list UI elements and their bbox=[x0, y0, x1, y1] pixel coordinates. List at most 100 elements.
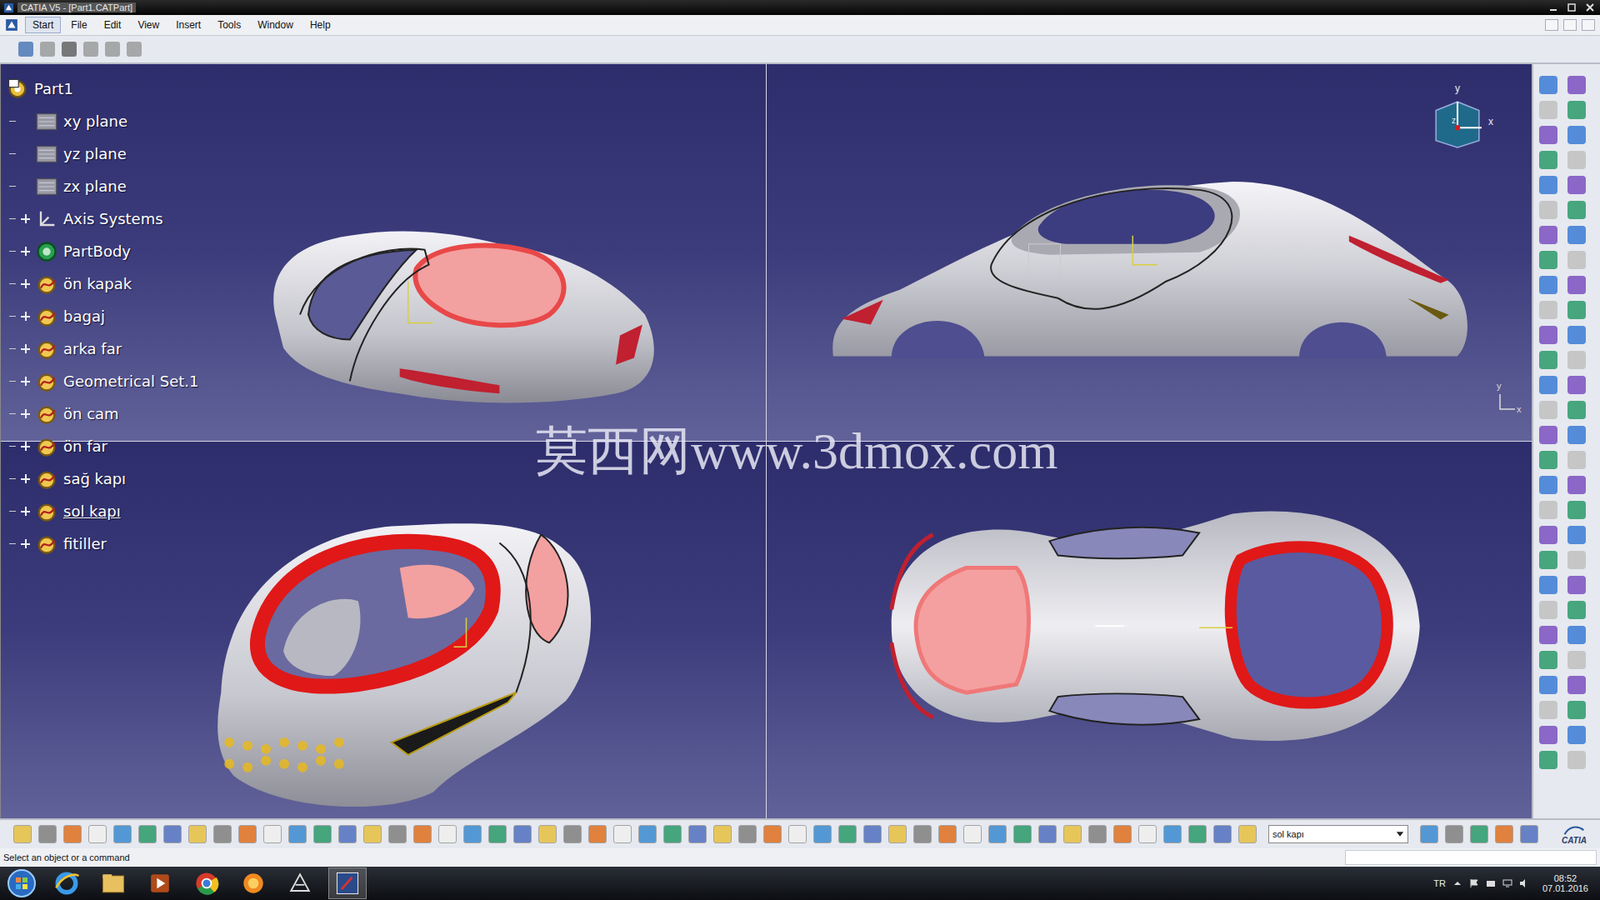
toolbar-button-icon[interactable] bbox=[40, 41, 55, 57]
tool-button-icon[interactable] bbox=[1470, 825, 1489, 844]
3d-viewport[interactable]: Part1xy planeyz planezx planeAxis System… bbox=[0, 64, 1532, 819]
tool-button-icon[interactable] bbox=[1567, 725, 1586, 745]
tree-item-label[interactable]: bagaj bbox=[63, 307, 105, 325]
tool-button-icon[interactable] bbox=[1213, 825, 1232, 844]
tool-button-icon[interactable] bbox=[38, 825, 57, 844]
tool-button-icon[interactable] bbox=[1539, 100, 1558, 120]
tree-item[interactable]: ön cam bbox=[5, 397, 199, 430]
toolbar-button-icon[interactable] bbox=[83, 41, 99, 57]
volume-icon[interactable] bbox=[1519, 878, 1530, 889]
tool-button-icon[interactable] bbox=[1539, 575, 1558, 595]
show-hidden-icons-icon[interactable] bbox=[1452, 878, 1463, 889]
tree-item-label[interactable]: fitiller bbox=[63, 535, 107, 553]
close-icon[interactable] bbox=[1583, 2, 1597, 13]
tool-button-icon[interactable] bbox=[1539, 425, 1558, 445]
expand-plus-icon[interactable] bbox=[20, 279, 30, 289]
tree-item[interactable]: Geometrical Set.1 bbox=[5, 365, 199, 398]
tool-button-icon[interactable] bbox=[1163, 825, 1182, 844]
tool-button-icon[interactable] bbox=[1567, 625, 1586, 645]
tool-button-icon[interactable] bbox=[1539, 525, 1558, 545]
doc-close-icon[interactable] bbox=[1581, 19, 1595, 31]
tool-button-icon[interactable] bbox=[1539, 350, 1558, 370]
tree-item[interactable]: PartBody bbox=[5, 235, 199, 268]
tool-button-icon[interactable] bbox=[888, 825, 907, 844]
tool-button-icon[interactable] bbox=[1539, 400, 1558, 420]
tree-item-label[interactable]: sağ kapı bbox=[63, 470, 126, 488]
tree-item[interactable]: sağ kapı bbox=[5, 462, 199, 495]
tool-button-icon[interactable] bbox=[138, 825, 157, 844]
menu-item[interactable]: Start bbox=[25, 16, 61, 34]
tool-button-icon[interactable] bbox=[1567, 600, 1586, 620]
tool-button-icon[interactable] bbox=[863, 825, 882, 844]
tool-button-icon[interactable] bbox=[488, 825, 507, 844]
tool-button-icon[interactable] bbox=[1539, 275, 1558, 295]
tool-button-icon[interactable] bbox=[1567, 575, 1586, 595]
tool-button-icon[interactable] bbox=[1113, 825, 1132, 844]
expand-plus-icon[interactable] bbox=[20, 311, 30, 321]
internet-explorer-icon[interactable] bbox=[48, 868, 85, 899]
tool-button-icon[interactable] bbox=[1567, 275, 1586, 295]
tool-button-icon[interactable] bbox=[688, 825, 707, 844]
tool-button-icon[interactable] bbox=[113, 825, 132, 844]
tree-item-label[interactable]: ön kapak bbox=[63, 275, 132, 293]
tool-button-icon[interactable] bbox=[1567, 200, 1586, 220]
toolbar-button-icon[interactable] bbox=[126, 41, 142, 57]
catia-menu-icon[interactable] bbox=[5, 18, 19, 32]
tool-button-icon[interactable] bbox=[88, 825, 107, 844]
minimize-icon[interactable] bbox=[1546, 2, 1560, 13]
tool-button-icon[interactable] bbox=[1567, 675, 1586, 695]
tool-button-icon[interactable] bbox=[1567, 300, 1586, 320]
tool-button-icon[interactable] bbox=[1539, 750, 1558, 770]
tool-button-icon[interactable] bbox=[1063, 825, 1082, 844]
expand-plus-icon[interactable] bbox=[20, 246, 30, 256]
tool-button-icon[interactable] bbox=[1567, 350, 1586, 370]
tool-button-icon[interactable] bbox=[1567, 150, 1586, 170]
tool-button-icon[interactable] bbox=[13, 825, 32, 844]
tool-button-icon[interactable] bbox=[163, 825, 182, 844]
media-player-icon[interactable] bbox=[141, 868, 179, 899]
car-top-view[interactable] bbox=[766, 441, 1533, 820]
side-view-quadrant[interactable] bbox=[766, 64, 1533, 442]
tool-button-icon[interactable] bbox=[1238, 825, 1257, 844]
menu-item[interactable]: Tools bbox=[210, 17, 248, 33]
tool-button-icon[interactable] bbox=[1520, 825, 1539, 844]
tool-button-icon[interactable] bbox=[613, 825, 632, 844]
tool-button-icon[interactable] bbox=[1567, 475, 1586, 495]
tree-item[interactable]: Axis Systems bbox=[5, 202, 199, 235]
tree-item-label[interactable]: Axis Systems bbox=[63, 210, 164, 228]
tool-button-icon[interactable] bbox=[63, 825, 82, 844]
tree-item[interactable]: bagaj bbox=[5, 300, 199, 333]
tool-button-icon[interactable] bbox=[413, 825, 432, 844]
restore-icon[interactable] bbox=[1565, 2, 1579, 13]
tool-button-icon[interactable] bbox=[713, 825, 732, 844]
tool-button-icon[interactable] bbox=[1138, 825, 1157, 844]
tree-item[interactable]: ön kapak bbox=[5, 267, 199, 300]
tree-item[interactable]: ön far bbox=[5, 430, 199, 463]
expand-plus-icon[interactable] bbox=[20, 506, 30, 516]
compass-icon[interactable] bbox=[1431, 97, 1484, 150]
tool-button-icon[interactable] bbox=[1539, 500, 1558, 520]
tool-button-icon[interactable] bbox=[338, 825, 357, 844]
current-object-dropdown[interactable]: sol kapı bbox=[1268, 825, 1409, 844]
tool-button-icon[interactable] bbox=[1539, 200, 1558, 220]
tool-button-icon[interactable] bbox=[1539, 450, 1558, 470]
tool-button-icon[interactable] bbox=[513, 825, 532, 844]
tree-item-label[interactable]: arka far bbox=[63, 340, 122, 358]
tool-button-icon[interactable] bbox=[763, 825, 782, 844]
language-indicator[interactable]: TR bbox=[1433, 878, 1446, 889]
catia-window-task-icon[interactable] bbox=[328, 867, 367, 900]
tool-button-icon[interactable] bbox=[1567, 500, 1586, 520]
tree-item[interactable]: yz plane bbox=[5, 137, 199, 170]
tool-button-icon[interactable] bbox=[1539, 725, 1558, 745]
tool-button-icon[interactable] bbox=[1567, 525, 1586, 545]
tool-button-icon[interactable] bbox=[1539, 675, 1558, 695]
tool-button-icon[interactable] bbox=[1567, 175, 1586, 195]
tool-button-icon[interactable] bbox=[363, 825, 382, 844]
tool-button-icon[interactable] bbox=[1188, 825, 1207, 844]
tree-item-label[interactable]: ön far bbox=[63, 437, 108, 455]
tool-button-icon[interactable] bbox=[1567, 450, 1586, 470]
tool-button-icon[interactable] bbox=[1539, 475, 1558, 495]
expand-plus-icon[interactable] bbox=[20, 474, 30, 484]
expand-plus-icon[interactable] bbox=[20, 376, 30, 386]
display-icon[interactable] bbox=[1502, 878, 1513, 889]
